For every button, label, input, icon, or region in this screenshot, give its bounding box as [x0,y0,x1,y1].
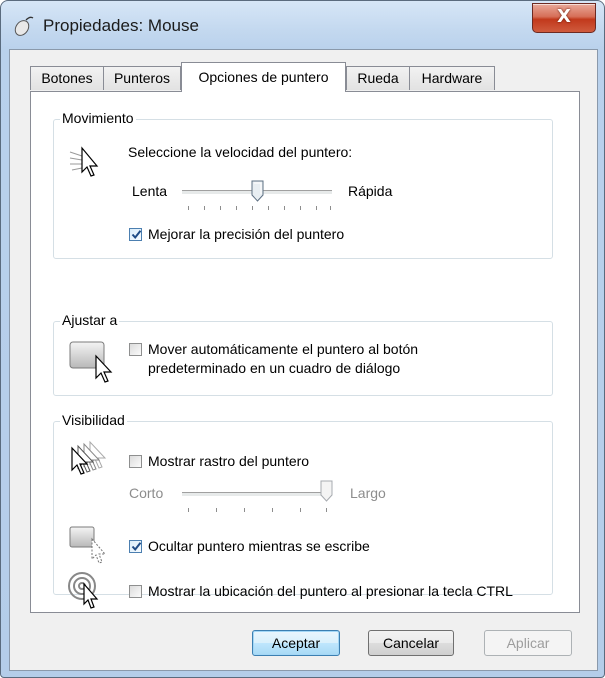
tab-hardware[interactable]: Hardware [409,66,495,90]
speed-slider-thumb[interactable] [251,180,264,202]
mouse-properties-window: Propiedades: Mouse X Botones Punteros Op… [0,0,605,678]
trail-length-slider-thumb[interactable] [320,480,333,502]
tab-botones[interactable]: Botones [30,66,104,90]
pointer-speed-icon [69,146,99,177]
group-title-ajustar-a: Ajustar a [60,312,120,328]
tab-rueda[interactable]: Rueda [346,66,410,90]
title-bar[interactable]: Propiedades: Mouse X [1,1,604,49]
ok-button[interactable]: Aceptar [252,630,340,656]
hide-while-typing-icon [69,526,107,564]
dialog-client-area: Botones Punteros Opciones de puntero Rue… [9,49,598,671]
group-visibilidad: Visibilidad Mostrar rastro del puntero C… [53,412,553,609]
close-button[interactable]: X [532,3,596,33]
short-label: Corto [129,485,164,501]
pointer-trails-label[interactable]: Mostrar rastro del puntero [148,453,309,469]
apply-button[interactable]: Aplicar [484,630,572,656]
hide-while-typing-label[interactable]: Ocultar puntero mientras se escribe [148,538,370,554]
snap-to-button-icon [69,341,113,383]
tab-opciones-de-puntero[interactable]: Opciones de puntero [181,62,346,92]
long-label: Largo [350,485,386,501]
show-location-icon [68,572,99,609]
group-movimiento: Movimiento Seleccione la velocidad del p… [53,110,553,259]
snap-to-label-line1[interactable]: Mover automáticamente el puntero al botó… [148,341,418,357]
speed-label: Seleccione la velocidad del puntero: [128,144,353,160]
pointer-trails-icon [71,440,107,475]
precision-label[interactable]: Mejorar la precisión del puntero [148,226,344,242]
snap-to-label-line2[interactable]: predeterminado en un cuadro de diálogo [148,360,400,376]
snap-to-checkbox[interactable] [129,343,142,356]
show-location-label[interactable]: Mostrar la ubicación del puntero al pres… [148,583,513,599]
precision-checkbox[interactable] [129,228,142,241]
group-title-visibilidad: Visibilidad [60,412,127,428]
slow-label: Lenta [132,183,168,199]
tab-panel: Movimiento Seleccione la velocidad del p… [30,91,580,613]
checkmark-icon [131,230,142,240]
hide-while-typing-checkbox[interactable] [129,540,142,553]
fast-label: Rápida [348,183,393,199]
pointer-trails-checkbox[interactable] [129,455,142,468]
mouse-icon [14,16,34,36]
tab-punteros[interactable]: Punteros [103,66,181,90]
trail-length-slider-track[interactable] [182,492,332,497]
checkmark-icon [131,542,142,552]
show-location-checkbox[interactable] [129,585,142,598]
group-title-movimiento: Movimiento [60,110,136,126]
cancel-button[interactable]: Cancelar [368,630,454,656]
group-ajustar-a: Ajustar a Mover automáticamente el punte… [53,312,553,396]
window-title: Propiedades: Mouse [43,16,199,35]
